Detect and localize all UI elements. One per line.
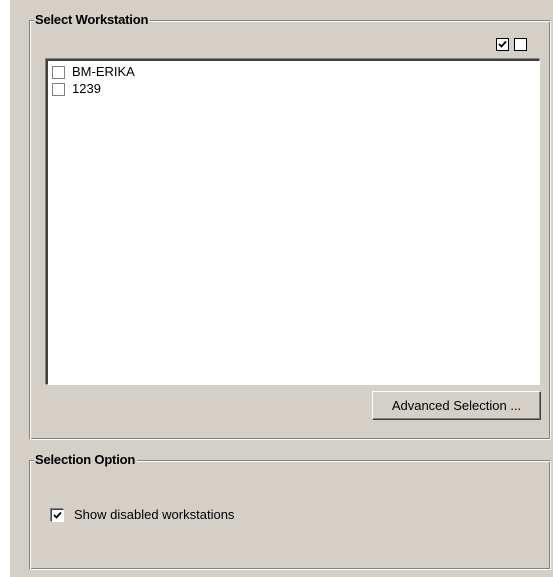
list-item[interactable]: BM-ERIKA [52,64,135,80]
selection-option-group: Selection Option Show disabled workstati… [29,452,551,570]
show-disabled-checkbox[interactable] [51,508,64,522]
workstation-list[interactable]: BM-ERIKA 1239 [46,59,540,385]
advanced-selection-button[interactable]: Advanced Selection ... [372,391,541,420]
selection-panel: Select Workstation BM-ERIKA 1239 Advance… [10,0,553,577]
list-item-label: 1239 [72,81,101,96]
show-disabled-option[interactable]: Show disabled workstations [51,507,234,523]
list-item[interactable]: 1239 [52,81,101,97]
selection-option-title: Selection Option [34,452,138,468]
list-item-label: BM-ERIKA [72,64,135,79]
check-all-button[interactable] [496,38,509,51]
checkmark-icon [53,511,62,519]
uncheck-all-button[interactable] [514,38,527,51]
select-workstation-group: Select Workstation BM-ERIKA 1239 Advance… [29,12,551,440]
checked-box-icon [498,40,507,48]
item-checkbox[interactable] [52,82,65,96]
item-checkbox[interactable] [52,65,65,79]
select-workstation-title: Select Workstation [34,12,151,28]
show-disabled-label: Show disabled workstations [74,507,235,522]
